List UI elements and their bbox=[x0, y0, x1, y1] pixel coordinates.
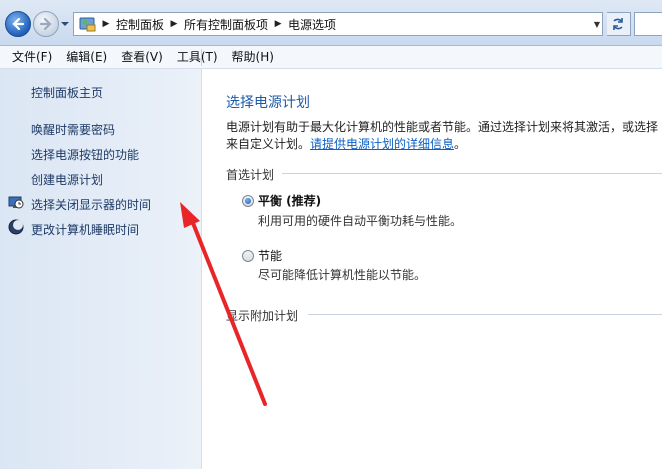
additional-plans-toggle[interactable]: 显示附加计划 bbox=[226, 307, 298, 324]
sidebar-item-create-plan[interactable]: 创建电源计划 bbox=[31, 171, 103, 188]
menu-edit[interactable]: 编辑(E) bbox=[62, 47, 111, 67]
balanced-plan-description: 利用可用的硬件自动平衡功耗与性能。 bbox=[258, 214, 463, 228]
menu-help[interactable]: 帮助(H) bbox=[228, 47, 278, 67]
balanced-plan-name[interactable]: 平衡 (推荐) bbox=[258, 192, 321, 209]
address-bar[interactable]: ▶ 控制面板 ▶ 所有控制面板项 ▶ 电源选项 ▼ bbox=[73, 12, 603, 36]
back-button[interactable] bbox=[5, 11, 31, 37]
breadcrumb-separator-icon[interactable]: ▶ bbox=[99, 19, 113, 29]
menu-divider bbox=[201, 49, 202, 66]
address-dropdown-icon[interactable]: ▼ bbox=[594, 20, 600, 29]
back-arrow-icon bbox=[12, 17, 25, 31]
power-saver-plan-name[interactable]: 节能 bbox=[258, 247, 282, 264]
refresh-icon bbox=[613, 18, 623, 30]
power-saver-plan-radio[interactable] bbox=[242, 250, 254, 262]
menu-file[interactable]: 文件(F) bbox=[8, 47, 56, 67]
navigation-bar: ▶ 控制面板 ▶ 所有控制面板项 ▶ 电源选项 ▼ bbox=[0, 0, 662, 46]
description-text: 来自定义计划。 bbox=[226, 137, 311, 151]
menu-view[interactable]: 查看(V) bbox=[117, 47, 167, 67]
monitor-clock-icon bbox=[8, 196, 24, 209]
description-text: 。 bbox=[454, 137, 467, 151]
menu-bar: 文件(F) 编辑(E) 查看(V) 工具(T) 帮助(H) bbox=[0, 46, 662, 69]
page-title: 选择电源计划 bbox=[226, 95, 310, 111]
forward-button[interactable] bbox=[33, 11, 59, 37]
forward-arrow-icon bbox=[39, 17, 52, 31]
power-saver-plan-description: 尽可能降低计算机性能以节能。 bbox=[258, 268, 427, 282]
breadcrumb-all-items[interactable]: 所有控制面板项 bbox=[181, 16, 271, 33]
breadcrumb-power-options[interactable]: 电源选项 bbox=[285, 16, 339, 33]
control-panel-icon bbox=[79, 17, 96, 32]
plan-details-link[interactable]: 请提供电源计划的详细信息 bbox=[310, 137, 454, 151]
menu-tools[interactable]: 工具(T) bbox=[173, 47, 222, 67]
balanced-plan-radio[interactable] bbox=[242, 195, 254, 207]
refresh-button[interactable] bbox=[607, 12, 631, 36]
sidebar-item-display-off-time[interactable]: 选择关闭显示器的时间 bbox=[31, 196, 151, 213]
search-input[interactable] bbox=[634, 12, 662, 36]
breadcrumb-control-panel[interactable]: 控制面板 bbox=[113, 16, 167, 33]
sidebar-item-control-panel-home[interactable]: 控制面板主页 bbox=[31, 84, 103, 101]
task-pane: 控制面板主页 唤醒时需要密码 选择电源按钮的功能 创建电源计划 选择关闭显示器的… bbox=[0, 69, 202, 469]
breadcrumb-separator-icon[interactable]: ▶ bbox=[167, 19, 181, 29]
page-description: 电源计划有助于最大化计算机的性能或者节能。通过选择计划来将其激活，或选择 bbox=[226, 120, 659, 134]
breadcrumb-separator-icon[interactable]: ▶ bbox=[271, 19, 285, 29]
group-divider bbox=[282, 173, 662, 174]
sidebar-item-power-buttons[interactable]: 选择电源按钮的功能 bbox=[31, 146, 139, 163]
moon-icon bbox=[8, 219, 24, 235]
group-divider bbox=[308, 314, 662, 315]
recent-pages-dropdown-icon[interactable] bbox=[60, 19, 70, 29]
preferred-plans-header: 首选计划 bbox=[226, 168, 275, 182]
sidebar-item-sleep-time[interactable]: 更改计算机睡眠时间 bbox=[31, 221, 139, 238]
sidebar-item-require-password[interactable]: 唤醒时需要密码 bbox=[31, 121, 115, 138]
page-description-line2: 来自定义计划。请提供电源计划的详细信息。 bbox=[226, 135, 662, 152]
